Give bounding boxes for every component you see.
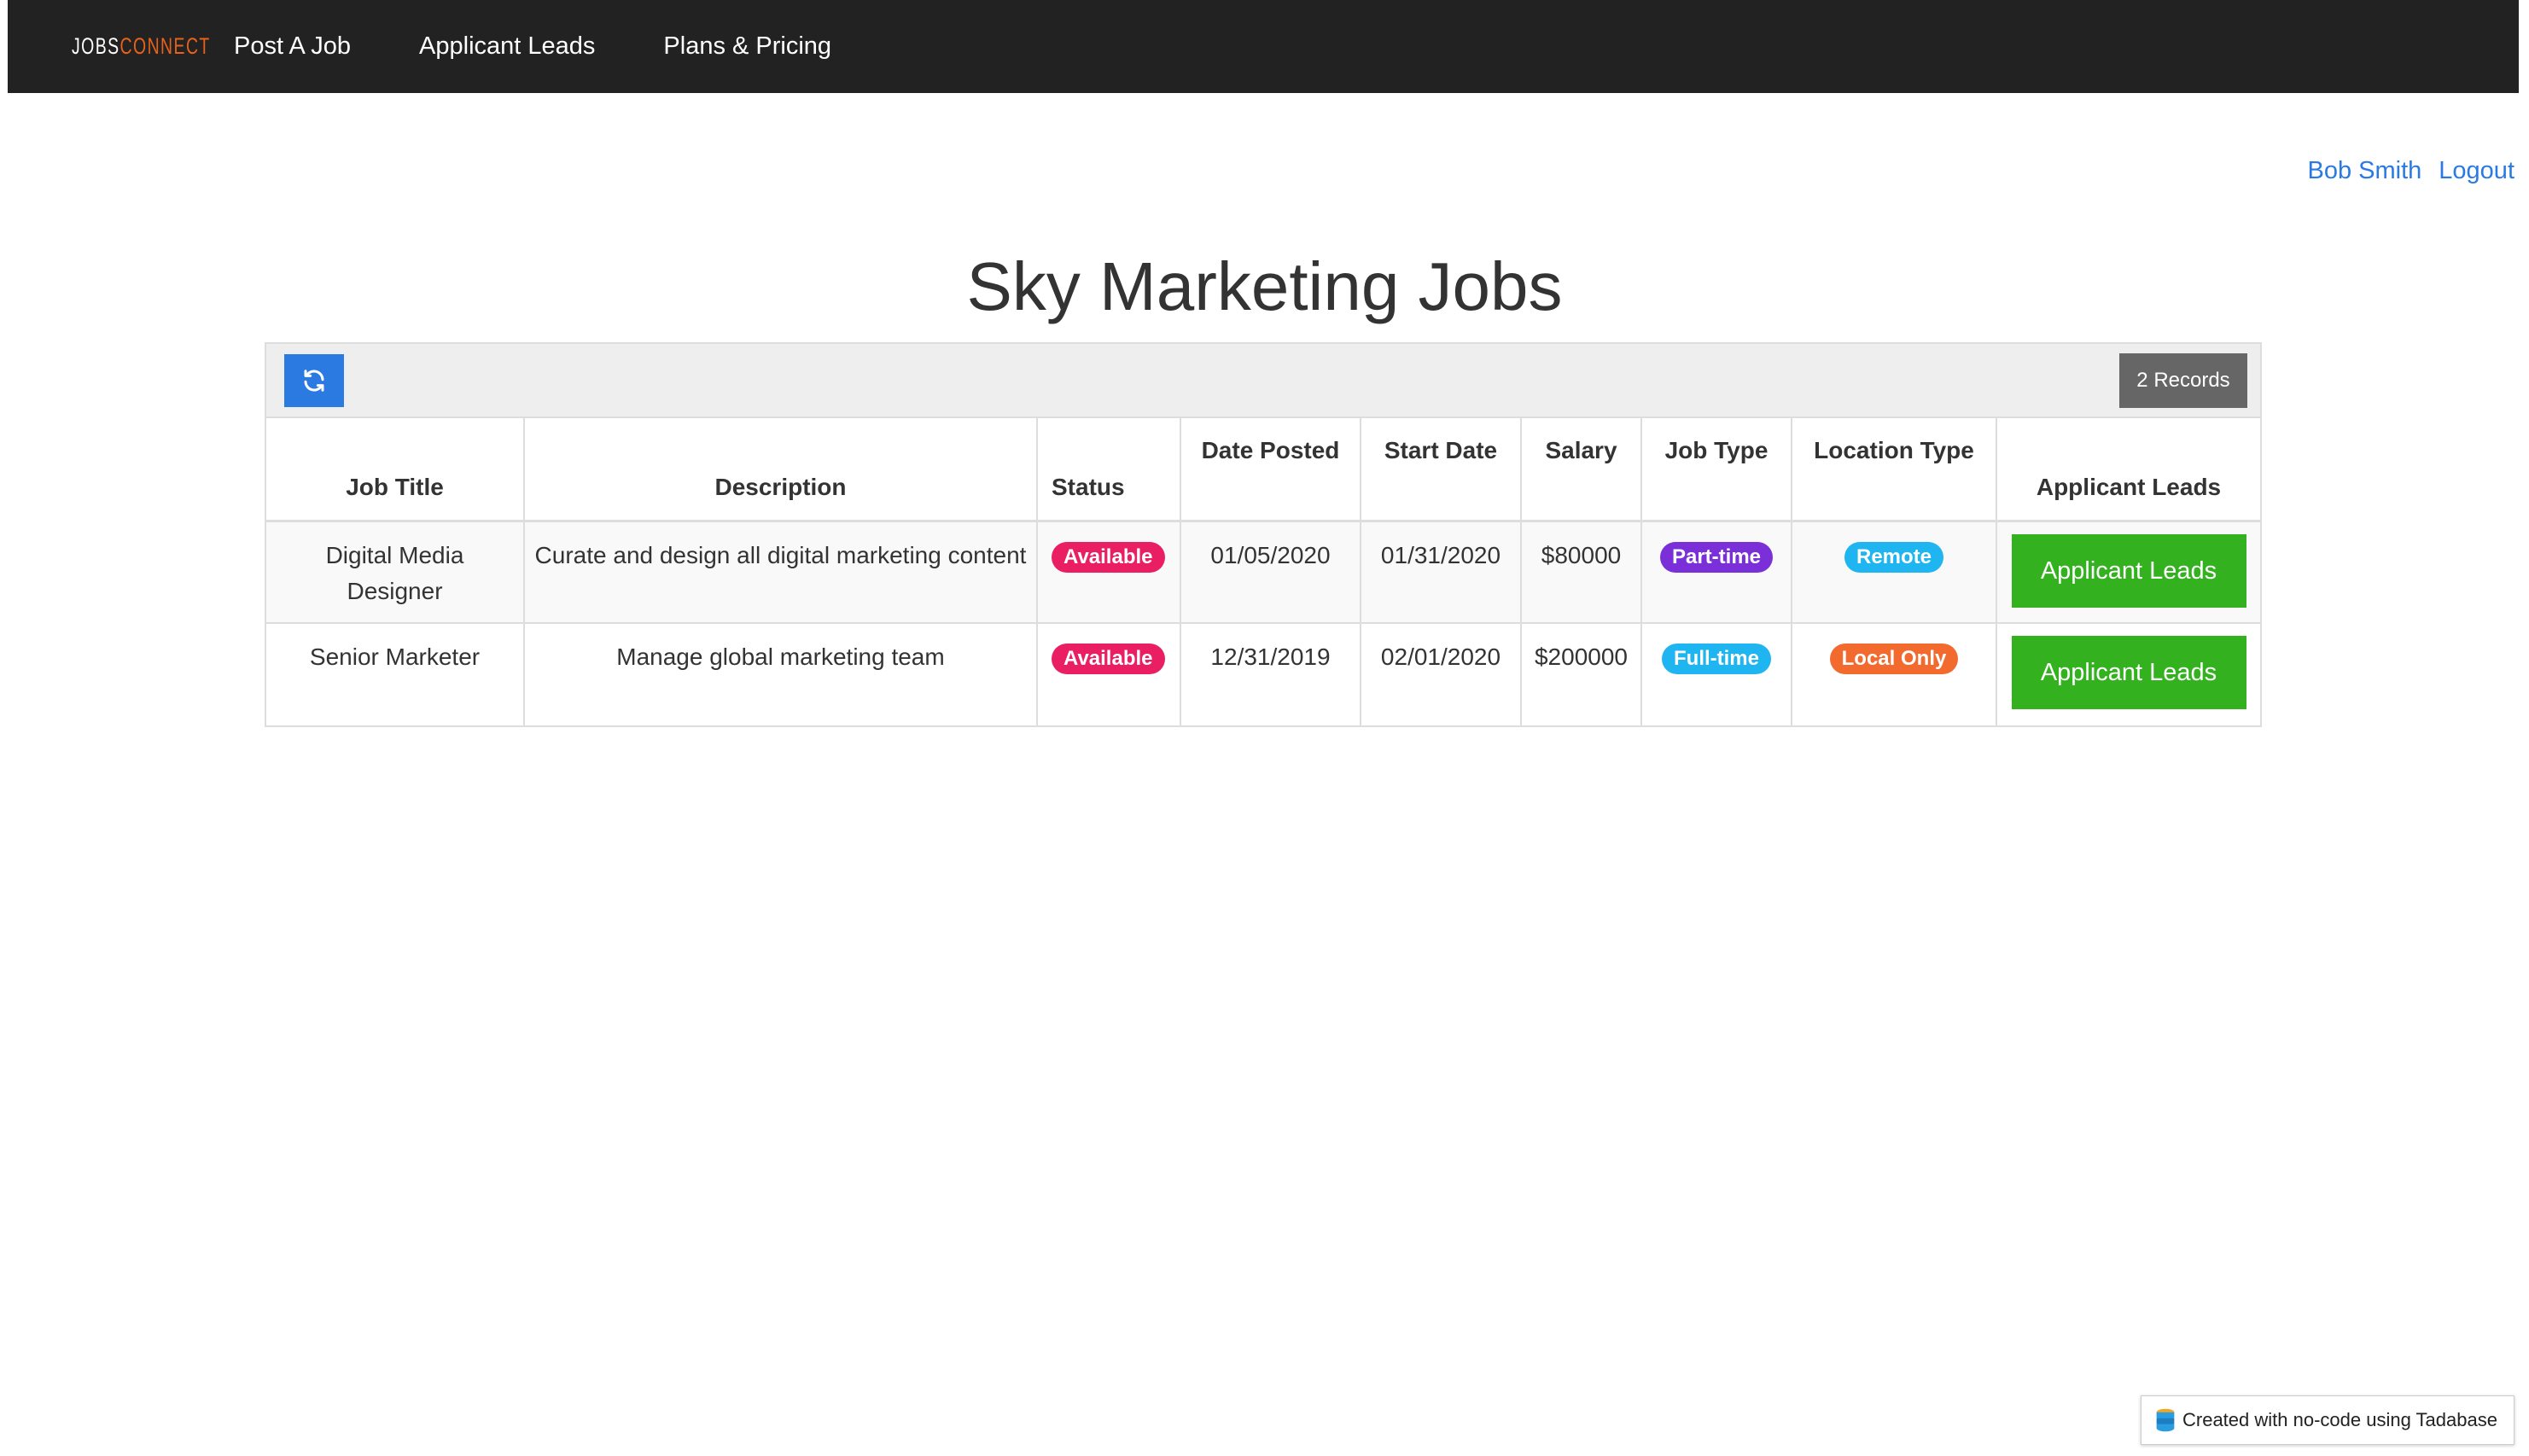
jobs-table: Job Title Description Status Date Posted…	[266, 418, 2260, 725]
cell-description: Curate and design all digital marketing …	[524, 521, 1038, 623]
header-status[interactable]: Status	[1037, 418, 1181, 522]
tadabase-credit-badge[interactable]: Created with no-code using Tadabase	[2141, 1395, 2514, 1445]
job-type-badge: Full-time	[1662, 644, 1771, 674]
table-row: Digital Media Designer Curate and design…	[266, 521, 2260, 623]
nav-links: Post A Job Applicant Leads Plans & Prici…	[234, 32, 900, 61]
cell-date-posted: 12/31/2019	[1180, 623, 1361, 725]
cell-action: Applicant Leads	[1996, 623, 2260, 725]
logout-link[interactable]: Logout	[2439, 157, 2514, 185]
logo-connect-text: CONNECT	[119, 33, 211, 59]
user-name-link[interactable]: Bob Smith	[2308, 157, 2422, 185]
top-navbar: JOBS CONNECT Post A Job Applicant Leads P…	[8, 0, 2519, 93]
status-badge: Available	[1052, 644, 1165, 674]
cell-start-date: 01/31/2020	[1361, 521, 1522, 623]
nav-plans-pricing[interactable]: Plans & Pricing	[663, 32, 831, 61]
header-location-type[interactable]: Location Type	[1792, 418, 1997, 522]
cell-location-type: Remote	[1792, 521, 1997, 623]
cell-status: Available	[1037, 623, 1181, 725]
header-job-title[interactable]: Job Title	[266, 418, 525, 522]
header-applicant-leads: Applicant Leads	[1996, 418, 2260, 522]
status-badge: Available	[1052, 541, 1165, 573]
page-title: Sky Marketing Jobs	[966, 248, 1563, 324]
logo-jobs-text: JOBS	[72, 33, 120, 59]
header-date-posted[interactable]: Date Posted	[1180, 418, 1361, 522]
cell-date-posted: 01/05/2020	[1180, 521, 1361, 623]
applicant-leads-button[interactable]: Applicant Leads	[2011, 636, 2246, 709]
cell-location-type: Local Only	[1792, 623, 1997, 725]
user-links: Bob Smith Logout	[2308, 157, 2515, 185]
jobsconnect-logo[interactable]: JOBS CONNECT	[72, 0, 209, 93]
table-row: Senior Marketer Manage global marketing …	[266, 623, 2260, 725]
tadabase-credit-text: Created with no-code using Tadabase	[2182, 1409, 2497, 1430]
cell-action: Applicant Leads	[1996, 521, 2260, 623]
table-toolbar: 2 Records	[266, 344, 2260, 418]
cell-job-type: Part-time	[1641, 521, 1792, 623]
cell-job-title: Senior Marketer	[266, 623, 525, 725]
cell-job-title: Digital Media Designer	[266, 521, 525, 623]
refresh-button[interactable]	[284, 354, 344, 407]
header-salary[interactable]: Salary	[1521, 418, 1642, 522]
jobs-table-panel: 2 Records Job Title Description Status D…	[265, 342, 2262, 727]
tadabase-logo-icon	[2156, 1408, 2175, 1432]
header-description[interactable]: Description	[524, 418, 1038, 522]
cell-salary: $80000	[1521, 521, 1642, 623]
location-type-badge: Local Only	[1829, 644, 1959, 674]
cell-status: Available	[1037, 521, 1181, 623]
nav-applicant-leads[interactable]: Applicant Leads	[419, 32, 595, 61]
refresh-icon	[304, 370, 324, 392]
applicant-leads-button[interactable]: Applicant Leads	[2011, 533, 2246, 608]
cell-start-date: 02/01/2020	[1361, 623, 1522, 725]
location-type-badge: Remote	[1844, 541, 1944, 573]
header-start-date[interactable]: Start Date	[1361, 418, 1522, 522]
cell-salary: $200000	[1521, 623, 1642, 725]
table-header-row: Job Title Description Status Date Posted…	[266, 418, 2260, 522]
cell-job-type: Full-time	[1641, 623, 1792, 725]
cell-description: Manage global marketing team	[524, 623, 1038, 725]
header-job-type[interactable]: Job Type	[1641, 418, 1792, 522]
job-type-badge: Part-time	[1659, 541, 1774, 573]
records-count-badge: 2 Records	[2119, 353, 2247, 408]
nav-post-a-job[interactable]: Post A Job	[234, 32, 351, 61]
